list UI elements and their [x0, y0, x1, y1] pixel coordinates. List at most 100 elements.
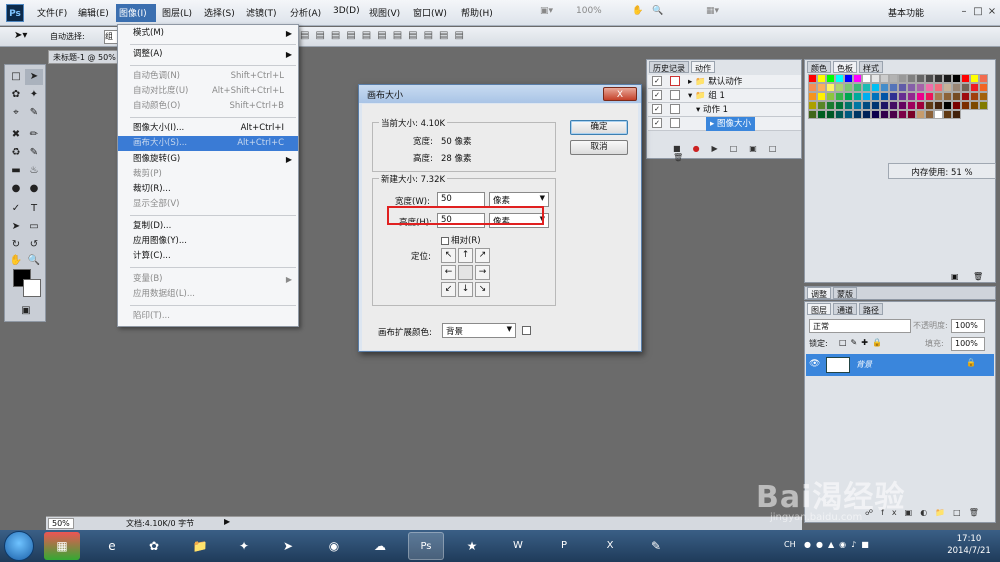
ie-icon[interactable]: e: [94, 532, 130, 560]
app-bird-icon[interactable]: ✦: [226, 532, 262, 560]
checkbox-icon[interactable]: ✓: [652, 76, 662, 86]
swatch[interactable]: [835, 83, 844, 92]
swatch[interactable]: [862, 101, 871, 110]
swatch[interactable]: [835, 92, 844, 101]
word-icon[interactable]: W: [500, 532, 536, 560]
swatch[interactable]: [952, 92, 961, 101]
crop-tool-icon[interactable]: ⌖: [7, 105, 25, 121]
swatch[interactable]: [835, 101, 844, 110]
checkbox-icon[interactable]: [441, 236, 449, 245]
swatch[interactable]: [934, 92, 943, 101]
swatch[interactable]: [817, 92, 826, 101]
swatch[interactable]: [916, 101, 925, 110]
relative-checkbox[interactable]: 相对(R): [441, 234, 481, 246]
anchor-arrow-e-icon[interactable]: →: [475, 265, 490, 280]
menu-item-image-rotation[interactable]: 图像旋转(G) ▶: [118, 152, 298, 167]
menu-edit[interactable]: 编辑(E): [78, 6, 109, 19]
swatch[interactable]: [844, 74, 853, 83]
swatch[interactable]: [835, 110, 844, 119]
swatch[interactable]: [862, 74, 871, 83]
menu-item-apply-data-set[interactable]: 应用数据组(L)...: [118, 287, 298, 302]
swatch[interactable]: [889, 110, 898, 119]
fill-field[interactable]: 100%: [951, 337, 985, 351]
cancel-button[interactable]: 取消: [570, 140, 628, 155]
swatch[interactable]: [826, 83, 835, 92]
screen-mode-icon[interactable]: ▣▾: [540, 6, 553, 16]
swatch[interactable]: [889, 74, 898, 83]
magic-wand-icon[interactable]: ✦: [25, 87, 43, 103]
document-tab[interactable]: 未标题-1 @ 50%: [48, 50, 118, 64]
menu-item-canvas-size[interactable]: 画布大小(S)... Alt+Ctrl+C: [118, 136, 298, 151]
swatch[interactable]: [979, 74, 988, 83]
menu-item-reveal-all[interactable]: 显示全部(V): [118, 197, 298, 212]
dialog-toggle-icon[interactable]: [670, 104, 680, 114]
menu-item-auto-tone[interactable]: 自动色调(N) Shift+Ctrl+L: [118, 69, 298, 84]
auto-select-checkbox[interactable]: 自动选择:: [50, 31, 85, 42]
tray-icons[interactable]: ●●▲◉♪■: [804, 540, 874, 549]
swatch[interactable]: [826, 101, 835, 110]
swatch[interactable]: [934, 74, 943, 83]
swatch[interactable]: [961, 92, 970, 101]
delete-swatch-icon[interactable]: 🗑: [973, 272, 983, 281]
menu-item-calculations[interactable]: 计算(C)...: [118, 249, 298, 264]
blend-mode-select[interactable]: 正常: [809, 319, 911, 333]
swatch[interactable]: [979, 92, 988, 101]
menu-filter[interactable]: 滤镜(T): [246, 6, 277, 19]
expand-arrow-icon[interactable]: ▾: [696, 105, 700, 115]
swatch[interactable]: [952, 101, 961, 110]
width-input[interactable]: 50: [437, 192, 485, 207]
dialog-toggle-icon[interactable]: [670, 90, 680, 100]
swatch[interactable]: [898, 110, 907, 119]
swatch[interactable]: [826, 110, 835, 119]
swatch[interactable]: [844, 83, 853, 92]
opacity-field[interactable]: 100%: [951, 319, 985, 333]
swatch[interactable]: [826, 92, 835, 101]
menu-item-adjustments[interactable]: 调整(A) ▶: [118, 47, 298, 62]
app-player-icon[interactable]: ◉: [316, 532, 352, 560]
anchor-arrow-n-icon[interactable]: ↑: [458, 248, 473, 263]
swatch[interactable]: [808, 110, 817, 119]
swatch[interactable]: [826, 74, 835, 83]
zoom-tool-icon[interactable]: 🔍: [652, 6, 663, 16]
anchor-arrow-sw-icon[interactable]: ↙: [441, 282, 456, 297]
swatch[interactable]: [871, 101, 880, 110]
anchor-arrow-w-icon[interactable]: ←: [441, 265, 456, 280]
zoom-level[interactable]: 100%: [576, 6, 602, 16]
powerpoint-icon[interactable]: P: [546, 532, 582, 560]
lasso-tool-icon[interactable]: ✿: [7, 87, 25, 103]
close-button[interactable]: ×: [984, 4, 1000, 20]
menu-item-trim[interactable]: 裁切(R)...: [118, 182, 298, 197]
menu-3d[interactable]: 3D(D): [333, 6, 360, 16]
dialog-close-button[interactable]: X: [603, 87, 637, 101]
swatch[interactable]: [817, 101, 826, 110]
zoom-tool-icon[interactable]: 🔍: [25, 253, 43, 269]
tab-layers[interactable]: 图层: [807, 303, 831, 315]
swatch[interactable]: [898, 83, 907, 92]
swatch[interactable]: [898, 74, 907, 83]
tab-actions[interactable]: 动作: [691, 61, 715, 73]
shape-tool-icon[interactable]: ▭: [25, 219, 43, 235]
bucket-tool-icon[interactable]: ♨: [25, 163, 43, 179]
swatch[interactable]: [853, 83, 862, 92]
checkbox-icon[interactable]: ✓: [652, 90, 662, 100]
path-select-icon[interactable]: ➤: [7, 219, 25, 235]
dialog-toggle-icon[interactable]: [670, 118, 680, 128]
menu-item-mode[interactable]: 模式(M) ▶: [118, 26, 298, 41]
expand-arrow-icon[interactable]: ▾: [688, 91, 692, 101]
folder-icon[interactable]: 📁: [182, 532, 218, 560]
swatch[interactable]: [853, 92, 862, 101]
swatch[interactable]: [979, 101, 988, 110]
swatch[interactable]: [943, 110, 952, 119]
swatch[interactable]: [970, 92, 979, 101]
arrange-docs-icon[interactable]: ▦▾: [706, 6, 719, 16]
lock-icons[interactable]: □✎✚🔒: [839, 338, 886, 347]
action-row[interactable]: ✓ ▸ 📁 默认动作: [648, 75, 801, 89]
swatch[interactable]: [862, 83, 871, 92]
swatch[interactable]: [853, 101, 862, 110]
anchor-arrow-ne-icon[interactable]: ↗: [475, 248, 490, 263]
blur-tool-icon[interactable]: ●: [7, 181, 25, 197]
swatch[interactable]: [943, 74, 952, 83]
language-indicator[interactable]: CH: [784, 540, 796, 549]
cloud-icon[interactable]: ☁: [362, 532, 398, 560]
new-swatch-icon[interactable]: ▣: [951, 272, 959, 281]
